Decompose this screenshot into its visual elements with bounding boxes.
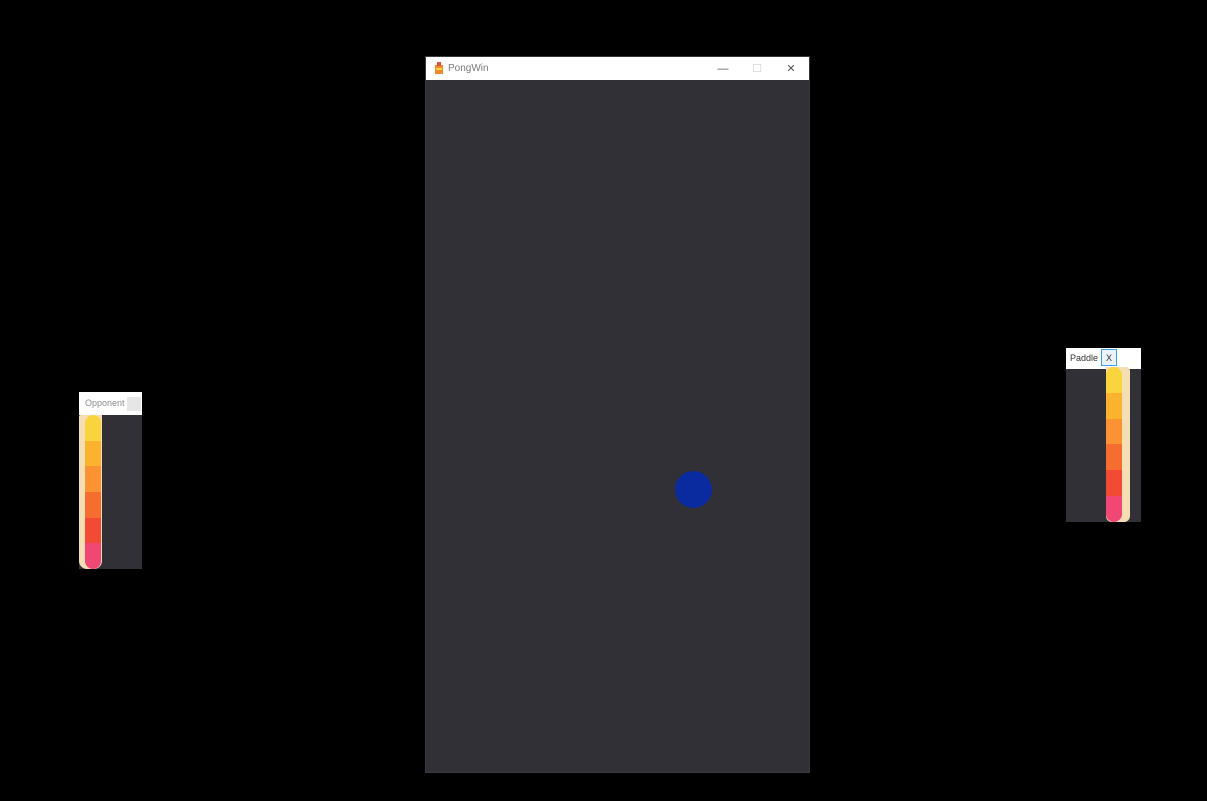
maximize-button[interactable]: ☐ <box>740 57 774 80</box>
pongwin-window[interactable]: PongWin — ☐ ✕ <box>426 57 809 772</box>
ball <box>675 471 712 508</box>
player-paddle-segments <box>1106 367 1122 522</box>
paddle-segment <box>1106 367 1122 393</box>
close-icon: ✕ <box>786 63 796 75</box>
minimize-button[interactable]: — <box>706 57 740 80</box>
close-button[interactable]: ✕ <box>774 57 808 80</box>
app-icon <box>435 62 443 74</box>
paddle-close-label: X <box>1105 352 1112 363</box>
paddle-segment <box>85 440 101 467</box>
paddle-close-button[interactable]: X <box>1101 349 1117 366</box>
paddle-segment <box>1106 444 1122 471</box>
player-paddle[interactable] <box>1106 367 1130 522</box>
paddle-segment <box>85 491 101 518</box>
paddle-title: Paddle <box>1070 353 1099 363</box>
opponent-close-button[interactable] <box>127 397 141 411</box>
paddle-segment <box>85 543 101 569</box>
paddle-segment <box>1106 470 1122 497</box>
desktop: Opponent PongWin — ☐ ✕ Paddle X <box>0 0 1207 801</box>
opponent-titlebar[interactable]: Opponent <box>79 392 142 415</box>
opponent-paddle[interactable] <box>79 415 102 569</box>
paddle-segment <box>85 466 101 492</box>
window-title: PongWin <box>448 63 489 74</box>
game-area[interactable] <box>426 80 809 772</box>
window-titlebar[interactable]: PongWin — ☐ ✕ <box>426 57 809 80</box>
opponent-title: Opponent <box>85 398 125 408</box>
opponent-paddle-segments <box>85 415 101 569</box>
paddle-titlebar[interactable]: Paddle X <box>1066 348 1141 369</box>
minimize-icon: — <box>717 62 729 75</box>
paddle-segment <box>1106 418 1122 445</box>
paddle-segment <box>85 415 101 441</box>
paddle-window[interactable]: Paddle X <box>1066 348 1141 522</box>
paddle-segment <box>1106 496 1122 522</box>
paddle-segment <box>1106 392 1122 419</box>
maximize-icon: ☐ <box>752 63 762 75</box>
paddle-segment <box>85 517 101 544</box>
opponent-window[interactable]: Opponent <box>79 392 142 569</box>
